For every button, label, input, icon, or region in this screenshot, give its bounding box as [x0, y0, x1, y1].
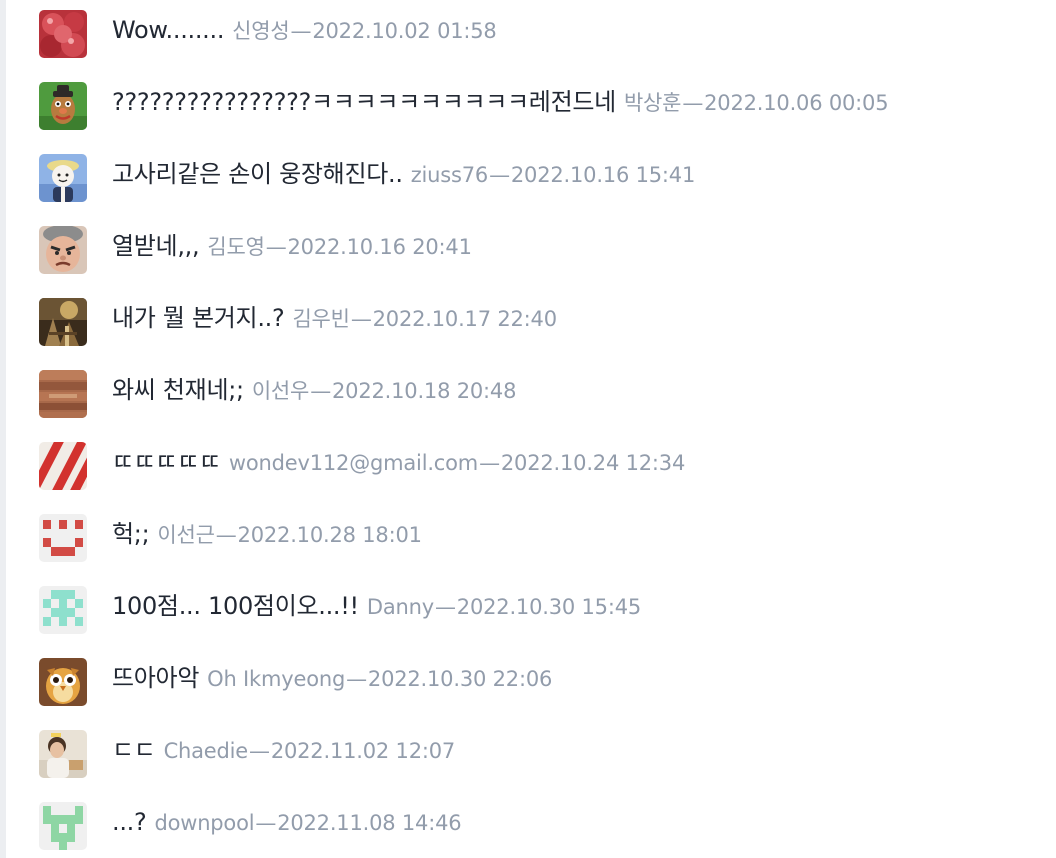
comment-date: 2022.10.02 01:58 [312, 19, 497, 43]
meta-separator: — [434, 595, 456, 619]
comment-date: 2022.10.06 00:05 [704, 91, 889, 115]
meta-separator: — [350, 307, 372, 331]
comment-meta: ziuss76—2022.10.16 15:41 [411, 163, 696, 187]
comment-meta: wondev112@gmail.com—2022.10.24 12:34 [229, 451, 685, 475]
wood-texture-avatar[interactable] [39, 370, 87, 418]
comment-author[interactable]: 신영성 [232, 19, 290, 43]
comment-message: 열받네,,, [112, 232, 200, 260]
comment-author[interactable]: Chaedie [164, 739, 249, 763]
comment-author[interactable]: Oh Ikmyeong [207, 667, 345, 691]
comment-message: ...? [112, 808, 147, 836]
comment-meta: Danny—2022.10.30 15:45 [367, 595, 641, 619]
comment-item: ㄸㄸㄸㄸㄸ wondev112@gmail.com—2022.10.24 12:3… [0, 426, 1040, 498]
meta-separator: — [682, 91, 704, 115]
comment-author[interactable]: wondev112@gmail.com [229, 451, 478, 475]
comment-date: 2022.10.24 12:34 [500, 451, 686, 475]
comment-date: 2022.10.16 15:41 [510, 163, 696, 187]
angry-face-avatar[interactable] [39, 226, 87, 274]
striped-avatar[interactable] [39, 442, 87, 490]
comment-message: ㄷㄷ [112, 736, 156, 764]
comment-date: 2022.10.17 22:40 [372, 307, 557, 331]
comment-item: 내가 뭘 본거지..? 김우빈—2022.10.17 22:40 [0, 282, 1040, 354]
meta-separator: — [249, 739, 270, 763]
comment-message: 고사리같은 손이 웅장해진다.. [112, 160, 403, 188]
comment-item: 뜨아아악 Oh Ikmyeong—2022.10.30 22:06 [0, 642, 1040, 714]
comment-message: 헉;; [112, 520, 150, 548]
meta-separator: — [489, 163, 510, 187]
comment-meta: 신영성—2022.10.02 01:58 [232, 19, 497, 43]
comment-line: 와씨 천재네;; 이선우—2022.10.18 20:48 [112, 354, 516, 426]
comment-author[interactable]: 박상훈 [624, 91, 682, 115]
comment-item: ㄷㄷ Chaedie—2022.11.02 12:07 [0, 714, 1040, 786]
meta-separator: — [215, 523, 237, 547]
comment-line: 열받네,,, 김도영—2022.10.16 20:41 [112, 210, 472, 282]
comment-line: ㄸㄸㄸㄸㄸ wondev112@gmail.com—2022.10.24 12:3… [112, 426, 685, 498]
comment-line: ...? downpool—2022.11.08 14:46 [112, 786, 462, 858]
comment-date: 2022.11.02 12:07 [270, 739, 456, 763]
comment-meta: 이선근—2022.10.28 18:01 [157, 523, 422, 547]
comment-author[interactable]: ziuss76 [411, 163, 489, 187]
comment-date: 2022.10.30 15:45 [456, 595, 642, 619]
owl-avatar[interactable] [39, 658, 87, 706]
comment-item: 고사리같은 손이 웅장해진다.. ziuss76—2022.10.16 15:41 [0, 138, 1040, 210]
comment-author[interactable]: downpool [154, 811, 254, 835]
comment-date: 2022.11.08 14:46 [277, 811, 462, 835]
comment-meta: 이선우—2022.10.18 20:48 [252, 379, 517, 403]
comment-author[interactable]: 이선우 [252, 379, 310, 403]
comment-message: 뜨아아악 [112, 664, 200, 692]
comment-line: 뜨아아악 Oh Ikmyeong—2022.10.30 22:06 [112, 642, 552, 714]
comment-message: 와씨 천재네;; [112, 376, 244, 404]
comment-message: 내가 뭘 본거지..? [112, 304, 285, 332]
comment-line: ????????????????ㅋㅋㅋㅋㅋㅋㅋㅋㅋㅋ레전드네 박상훈—2022.1… [112, 66, 889, 138]
comment-meta: 박상훈—2022.10.06 00:05 [624, 91, 889, 115]
painting-avatar[interactable] [39, 298, 87, 346]
comment-author[interactable]: Danny [367, 595, 434, 619]
comment-line: 100점... 100점이오...!! Danny—2022.10.30 15:4… [112, 570, 641, 642]
comment-line: ㄷㄷ Chaedie—2022.11.02 12:07 [112, 714, 455, 786]
comment-message: Wow........ [112, 16, 225, 44]
comment-meta: Chaedie—2022.11.02 12:07 [164, 739, 456, 763]
comment-item: ????????????????ㅋㅋㅋㅋㅋㅋㅋㅋㅋㅋ레전드네 박상훈—2022.1… [0, 66, 1040, 138]
comment-line: Wow........ 신영성—2022.10.02 01:58 [112, 0, 497, 66]
comment-date: 2022.10.18 20:48 [332, 379, 517, 403]
green-identicon-avatar[interactable] [39, 802, 87, 850]
comment-line: 헉;; 이선근—2022.10.28 18:01 [112, 498, 422, 570]
comment-message: 100점... 100점이오...!! [112, 592, 359, 620]
comment-author[interactable]: 김우빈 [292, 307, 350, 331]
comment-message: ㄸㄸㄸㄸㄸ [112, 448, 221, 476]
comment-message: ????????????????ㅋㅋㅋㅋㅋㅋㅋㅋㅋㅋ레전드네 [112, 88, 616, 116]
meta-separator: — [290, 19, 312, 43]
comment-line: 내가 뭘 본거지..? 김우빈—2022.10.17 22:40 [112, 282, 557, 354]
cartoon-character-avatar[interactable] [39, 154, 87, 202]
person-photo-avatar[interactable] [39, 730, 87, 778]
comment-item: 헉;; 이선근—2022.10.28 18:01 [0, 498, 1040, 570]
red-fruit-avatar[interactable] [39, 10, 87, 58]
meta-separator: — [255, 811, 277, 835]
comment-author[interactable]: 이선근 [157, 523, 215, 547]
comment-date: 2022.10.28 18:01 [237, 523, 422, 547]
comment-item: 열받네,,, 김도영—2022.10.16 20:41 [0, 210, 1040, 282]
comment-list: Wow........ 신영성—2022.10.02 01:58 ????????… [0, 0, 1056, 858]
comment-author[interactable]: 김도영 [207, 235, 265, 259]
meta-separator: — [346, 667, 367, 691]
teal-identicon-avatar[interactable] [39, 586, 87, 634]
comment-meta: 김도영—2022.10.16 20:41 [207, 235, 472, 259]
comment-meta: Oh Ikmyeong—2022.10.30 22:06 [207, 667, 552, 691]
meta-separator: — [479, 451, 500, 475]
red-identicon-avatar[interactable] [39, 514, 87, 562]
comment-item: 100점... 100점이오...!! Danny—2022.10.30 15:4… [0, 570, 1040, 642]
comment-item: 와씨 천재네;; 이선우—2022.10.18 20:48 [0, 354, 1040, 426]
potato-character-avatar[interactable] [39, 82, 87, 130]
comment-meta: downpool—2022.11.08 14:46 [154, 811, 461, 835]
comment-item: ...? downpool—2022.11.08 14:46 [0, 786, 1040, 858]
meta-separator: — [310, 379, 331, 403]
meta-separator: — [265, 235, 287, 259]
comment-item: Wow........ 신영성—2022.10.02 01:58 [0, 0, 1040, 66]
comment-line: 고사리같은 손이 웅장해진다.. ziuss76—2022.10.16 15:41 [112, 138, 695, 210]
comment-date: 2022.10.16 20:41 [287, 235, 472, 259]
comment-date: 2022.10.30 22:06 [367, 667, 553, 691]
comment-meta: 김우빈—2022.10.17 22:40 [292, 307, 557, 331]
